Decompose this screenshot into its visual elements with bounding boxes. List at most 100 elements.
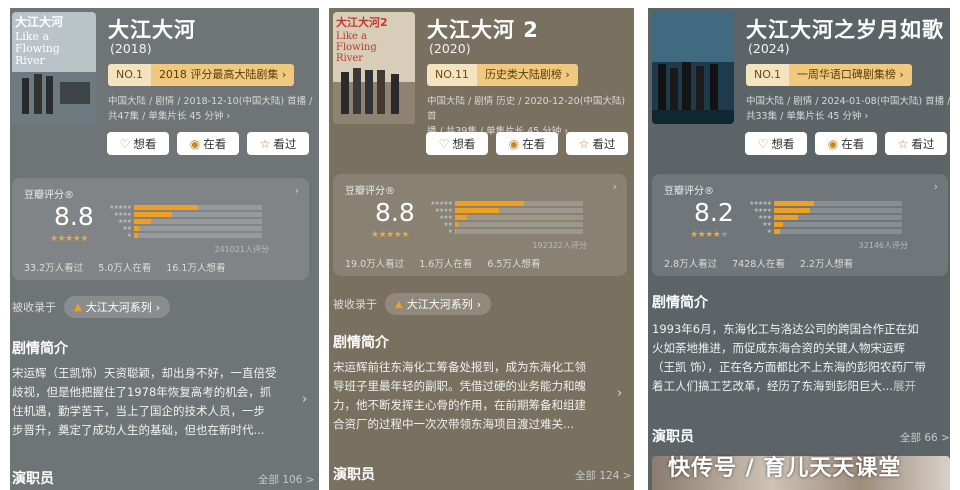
cast-all-link[interactable]: 全部 66 > [900,430,950,445]
want-count: 2.2万人想看 [799,259,853,270]
watching-count: 7428人在看 [732,259,785,270]
meta-line: 中国大陆 / 剧情 / 2024-01-08(中国大陆) 首播 / [746,96,950,107]
synopsis-text[interactable]: 宋运辉前往东海化工筹备处报到，成为东海化工领 导班子里最年轻的副职。凭借过硬的业… [333,358,615,434]
watching-button[interactable]: ◉ 在看 [496,132,558,155]
star-icon: ★ [50,234,58,244]
drama-year: (2018) [110,41,152,56]
rating-label: 豆瓣评分® [664,186,714,197]
rank-badge[interactable]: NO.1 2018 评分最高大陆剧集 › [108,64,295,86]
distribution-star-label: ★ [126,232,132,239]
distribution-bar-fill [134,205,198,210]
series-icon: ▲ [74,301,82,313]
cast-title: 演职员 [333,467,375,483]
synopsis-text[interactable]: 宋运辉（王凯饰）天资聪颖，却出身不好，一直倍受 歧视，但是他把握住了1978年恢… [12,364,300,440]
poster-image[interactable] [652,12,734,124]
watching-button[interactable]: ◉ 在看 [177,132,239,155]
distribution-bar-fill [455,215,467,220]
action-buttons: ♡ 想看 ◉ 在看 ☆ 看过 [745,132,947,155]
eye-icon: ◉ [827,136,839,151]
distribution-star-label: ★★★★★ [749,200,772,207]
distribution-bar-track [134,212,262,217]
heart-icon: ♡ [757,136,769,151]
distribution-bar-track [774,208,902,213]
distribution-bar-fill [134,212,173,217]
rating-score: 8.8 [54,202,94,231]
want-count: 6.5万人想看 [487,259,541,270]
poster-title-cn: 大江大河 [15,14,63,29]
poster-title-en-2: Flowing [336,42,377,53]
rank-text: 历史类大陆剧榜 › [476,64,578,86]
distribution-bar-fill [455,229,457,234]
watched-button[interactable]: ☆ 看过 [566,132,628,155]
distribution-star-label: ★★ [122,225,132,232]
distribution-star-label: ★★★★ [753,207,772,214]
star-icon: ★ [371,230,379,240]
want-button[interactable]: ♡ 想看 [107,132,169,155]
distribution-row: ★★★★ [102,211,262,218]
rating-card[interactable]: 豆瓣评分® › 8.2 ★★★★★ ★★★★★ ★★★★ ★★★ ★★ ★ 32146人… [652,174,948,276]
distribution-bar-fill [455,222,458,227]
distribution-row: ★ [742,228,902,235]
poster-image[interactable]: 大江大河 Like a Flowing River [12,12,96,124]
chevron-right-icon[interactable]: › [617,386,622,401]
distribution-star-label: ★ [447,228,453,235]
star-icon: ★ [720,230,728,240]
expand-link[interactable]: 展开 [893,379,916,393]
collection-chip[interactable]: ▲ 大江大河系列 › [64,296,171,318]
rating-score: 8.8 [375,198,415,227]
poster-image[interactable]: 大江大河2 Like a Flowing River [333,12,415,124]
synopsis-text[interactable]: 1993年6月，东海化工与洛达公司的跨国合作正在如 火如荼地推进，而促成东海合资… [652,320,946,396]
want-button[interactable]: ♡ 想看 [426,132,488,155]
rating-stars: ★★★★★ [371,230,409,240]
watched-button[interactable]: ☆ 看过 [885,132,947,155]
heart-icon: ♡ [119,136,131,151]
rank-badge[interactable]: NO.1 一周华语口碑剧集榜 › [746,64,912,86]
watch-stats: 2.8万人看过 7428人在看 2.2万人想看 [664,256,865,270]
rating-distribution: ★★★★★ ★★★★ ★★★ ★★ ★ [102,204,262,239]
distribution-row: ★★★ [102,218,262,225]
distribution-bar-fill [774,215,799,220]
distribution-bar-track [455,229,583,234]
poster-art: 大江大河 Like a Flowing River [12,12,96,124]
drama-meta: 中国大陆 / 剧情 / 2024-01-08(中国大陆) 首播 / 共33集 /… [746,94,950,124]
drama-title: 大江大河之岁月如歌 [746,18,944,42]
want-count: 16.1万人想看 [166,263,226,274]
rating-count: 241021人评分 [214,245,269,254]
distribution-row: ★★★★★ [742,200,902,207]
screenshot-collage: 大江大河 Like a Flowing River 大江大河 (2018) NO… [0,0,960,490]
watching-count: 5.0万人在看 [98,263,152,274]
cast-title: 演职员 [652,429,694,445]
watch-stats: 33.2万人看过 5.0万人在看 16.1万人想看 [24,260,237,274]
distribution-star-label: ★★★★ [113,211,132,218]
star-outline-icon: ☆ [897,136,909,151]
watched-button[interactable]: ☆ 看过 [247,132,309,155]
watermark-text: 快传号 / 育儿天天课堂 [668,456,902,481]
distribution-star-label: ★ [766,228,772,235]
cast-all-link[interactable]: 全部 124 > [575,468,632,483]
drama-year: (2020) [429,41,471,56]
watching-button[interactable]: ◉ 在看 [815,132,877,155]
distribution-row: ★★★★★ [102,204,262,211]
chevron-right-icon[interactable]: › [302,392,307,407]
distribution-row: ★★★ [423,214,583,221]
distribution-bar-fill [455,201,525,206]
drama-title: 大江大河 [108,18,196,42]
drama-panel-1: 大江大河 Like a Flowing River 大江大河 (2018) NO… [10,8,319,490]
star-icon: ★ [401,230,409,240]
poster-title-en-3: River [336,53,363,64]
rating-card[interactable]: 豆瓣评分® › 8.8 ★★★★★ ★★★★★ ★★★★ ★★★ ★★ ★ 241021… [12,178,309,280]
collection-chip[interactable]: ▲ 大江大河系列 › [385,293,492,315]
meta-line: 共47集 / 单集片长 45 分钟 › [108,111,231,122]
rating-card[interactable]: 豆瓣评分® › 8.8 ★★★★★ ★★★★★ ★★★★ ★★★ ★★ ★ 192322… [333,174,627,276]
star-icon: ★ [386,230,394,240]
poster-art: 大江大河2 Like a Flowing River [333,12,415,124]
watching-count: 1.6万人在看 [419,259,473,270]
distribution-bar-fill [134,233,138,238]
want-button[interactable]: ♡ 想看 [745,132,807,155]
cast-all-link[interactable]: 全部 106 > [258,472,315,487]
distribution-star-label: ★★★ [117,218,132,225]
drama-meta: 中国大陆 / 剧情 / 2018-12-10(中国大陆) 首播 / 共47集 /… [108,94,313,124]
rank-badge[interactable]: NO.11 历史类大陆剧榜 › [427,64,578,86]
series-icon: ▲ [395,298,403,310]
star-outline-icon: ☆ [259,136,271,151]
